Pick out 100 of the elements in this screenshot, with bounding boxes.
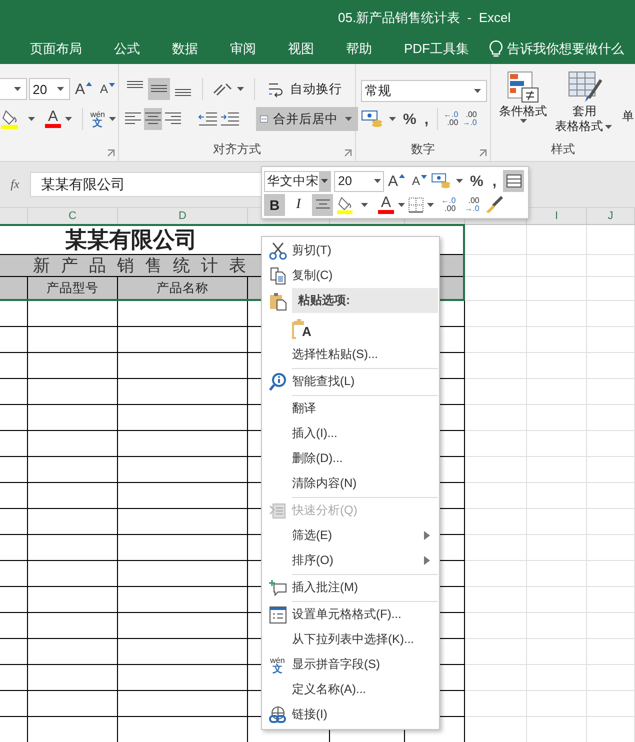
font-name-dropdown[interactable]: 华文中宋 xyxy=(264,170,331,192)
table-cell xyxy=(527,405,587,431)
table-cell xyxy=(527,301,587,327)
caret-icon[interactable] xyxy=(14,87,21,91)
menu-item[interactable]: 插入(I)... xyxy=(263,421,438,446)
ribbon-tab[interactable]: 帮助 xyxy=(330,40,388,58)
caret-icon[interactable] xyxy=(345,117,352,121)
percent-button[interactable]: % xyxy=(400,112,420,126)
decrease-indent-icon[interactable] xyxy=(198,111,218,127)
menu-item[interactable]: 选择性粘贴(S)... xyxy=(263,342,438,367)
grow-font-button[interactable]: A xyxy=(385,174,408,188)
cell-styles-label[interactable]: 单 xyxy=(622,108,634,125)
center-align-button[interactable] xyxy=(312,194,333,216)
caret-icon[interactable] xyxy=(237,87,244,91)
table-cell xyxy=(465,301,527,327)
caret-icon[interactable] xyxy=(56,87,64,91)
dialog-launcher-icon[interactable] xyxy=(344,149,352,157)
wrap-text-button[interactable]: 自动换行 xyxy=(263,77,346,101)
table-cell xyxy=(527,691,587,717)
menu-item[interactable]: 删除(D)... xyxy=(263,446,438,471)
ribbon-tab[interactable]: 数据 xyxy=(156,40,214,58)
table-cell xyxy=(587,431,635,457)
percent-button[interactable]: % xyxy=(466,174,488,188)
table-cell xyxy=(0,327,28,353)
horizontal-align-button[interactable] xyxy=(144,108,162,130)
caret-icon[interactable] xyxy=(605,124,612,128)
caret-icon[interactable] xyxy=(109,117,116,121)
insert-function-button[interactable]: fx xyxy=(0,177,30,192)
table-cell xyxy=(0,457,28,483)
menu-item[interactable]: 定义名称(A)... xyxy=(263,677,438,702)
dialog-launcher-icon[interactable] xyxy=(107,149,115,157)
caret-icon[interactable] xyxy=(520,119,526,123)
menu-item[interactable]: 设置单元格格式(F)... xyxy=(263,602,438,627)
ribbon-tab[interactable]: 页面布局 xyxy=(16,40,98,58)
caret-icon[interactable] xyxy=(474,89,481,93)
menu-item[interactable]: 智能查找(L) xyxy=(263,369,438,394)
caret-icon[interactable] xyxy=(374,179,381,183)
format-as-table-button[interactable]: 套用 表格格式 xyxy=(555,70,614,134)
caret-down-icon xyxy=(109,83,115,87)
menu-item[interactable]: 链接(I) xyxy=(263,702,438,727)
dialog-launcher-icon[interactable] xyxy=(479,149,487,157)
font-name-dropdown[interactable] xyxy=(0,78,27,100)
menu-item[interactable]: 排序(O) xyxy=(263,548,438,573)
grow-font-button[interactable]: A xyxy=(72,82,95,96)
vertical-align-button[interactable] xyxy=(148,78,170,100)
menu-item[interactable]: 清除内容(N) xyxy=(263,471,438,496)
menu-item[interactable]: 插入批注(M) xyxy=(263,575,438,600)
clipboard-icon xyxy=(268,290,286,310)
font-size-dropdown[interactable]: 20 xyxy=(334,170,384,192)
italic-button[interactable]: I xyxy=(288,194,309,216)
align-lines-icon xyxy=(174,89,192,97)
bold-button[interactable]: B xyxy=(264,194,285,216)
currency-icon[interactable] xyxy=(361,109,385,129)
paste-text-option[interactable]: A xyxy=(292,316,312,338)
caret-icon[interactable] xyxy=(28,117,35,121)
align-lines-icon xyxy=(126,81,144,89)
shrink-font-button[interactable]: A xyxy=(96,83,118,95)
decrease-decimal-button[interactable]: .00 →.0 xyxy=(464,197,480,213)
font-color-button[interactable]: A xyxy=(377,196,395,214)
globe-link-icon xyxy=(268,706,286,724)
column-header[interactable]: C xyxy=(28,208,118,224)
menu-item[interactable]: 从下拉列表中选择(K)... xyxy=(263,627,438,652)
shrink-font-button[interactable]: A xyxy=(409,175,430,187)
menu-item[interactable]: 筛选(E) xyxy=(263,523,438,548)
table-cell xyxy=(587,301,635,327)
align-lines-icon xyxy=(164,111,182,127)
increase-decimal-button[interactable]: ←.0 .00 xyxy=(441,197,456,213)
table-cell xyxy=(587,639,635,665)
merge-center-button[interactable] xyxy=(503,170,524,192)
increase-decimal-button[interactable]: ←.0 .00 xyxy=(444,111,458,127)
borders-icon[interactable] xyxy=(408,197,424,213)
phonetic-guide-button[interactable]: wén 文 xyxy=(90,110,105,128)
table-cell xyxy=(587,535,635,561)
ribbon-tab[interactable]: 视图 xyxy=(272,40,330,58)
format-painter-icon[interactable] xyxy=(484,196,504,214)
table-cell xyxy=(0,691,28,717)
ribbon-tab[interactable]: 审阅 xyxy=(214,40,272,58)
column-header[interactable]: D xyxy=(118,208,248,224)
comma-button[interactable]: , xyxy=(421,112,432,126)
increase-indent-icon[interactable] xyxy=(220,111,240,127)
font-size-dropdown[interactable]: 20 xyxy=(28,78,70,100)
ribbon-tab[interactable]: PDF工具集 xyxy=(388,40,485,58)
table-cell xyxy=(527,431,587,457)
table-cell xyxy=(587,509,635,535)
conditional-formatting-button[interactable]: 条件格式 xyxy=(499,70,547,123)
font-color-button[interactable]: A xyxy=(45,110,61,128)
comma-button[interactable]: , xyxy=(488,174,501,188)
caret-icon[interactable] xyxy=(456,179,464,183)
caret-icon[interactable] xyxy=(389,117,396,121)
caret-icon[interactable] xyxy=(65,117,72,121)
menu-item[interactable]: 翻译 xyxy=(263,396,438,421)
ribbon-tab[interactable]: 公式 xyxy=(98,40,156,58)
table-cell xyxy=(587,613,635,639)
column-header[interactable]: J xyxy=(587,208,635,224)
table-cell xyxy=(527,613,587,639)
decrease-decimal-button[interactable]: .00 →.0 xyxy=(462,111,477,127)
merge-center-button[interactable]: 合并后居中 xyxy=(256,107,358,131)
lightbulb-icon xyxy=(489,40,503,58)
number-format-dropdown[interactable]: 常规 xyxy=(361,80,487,102)
table-cell xyxy=(465,535,527,561)
